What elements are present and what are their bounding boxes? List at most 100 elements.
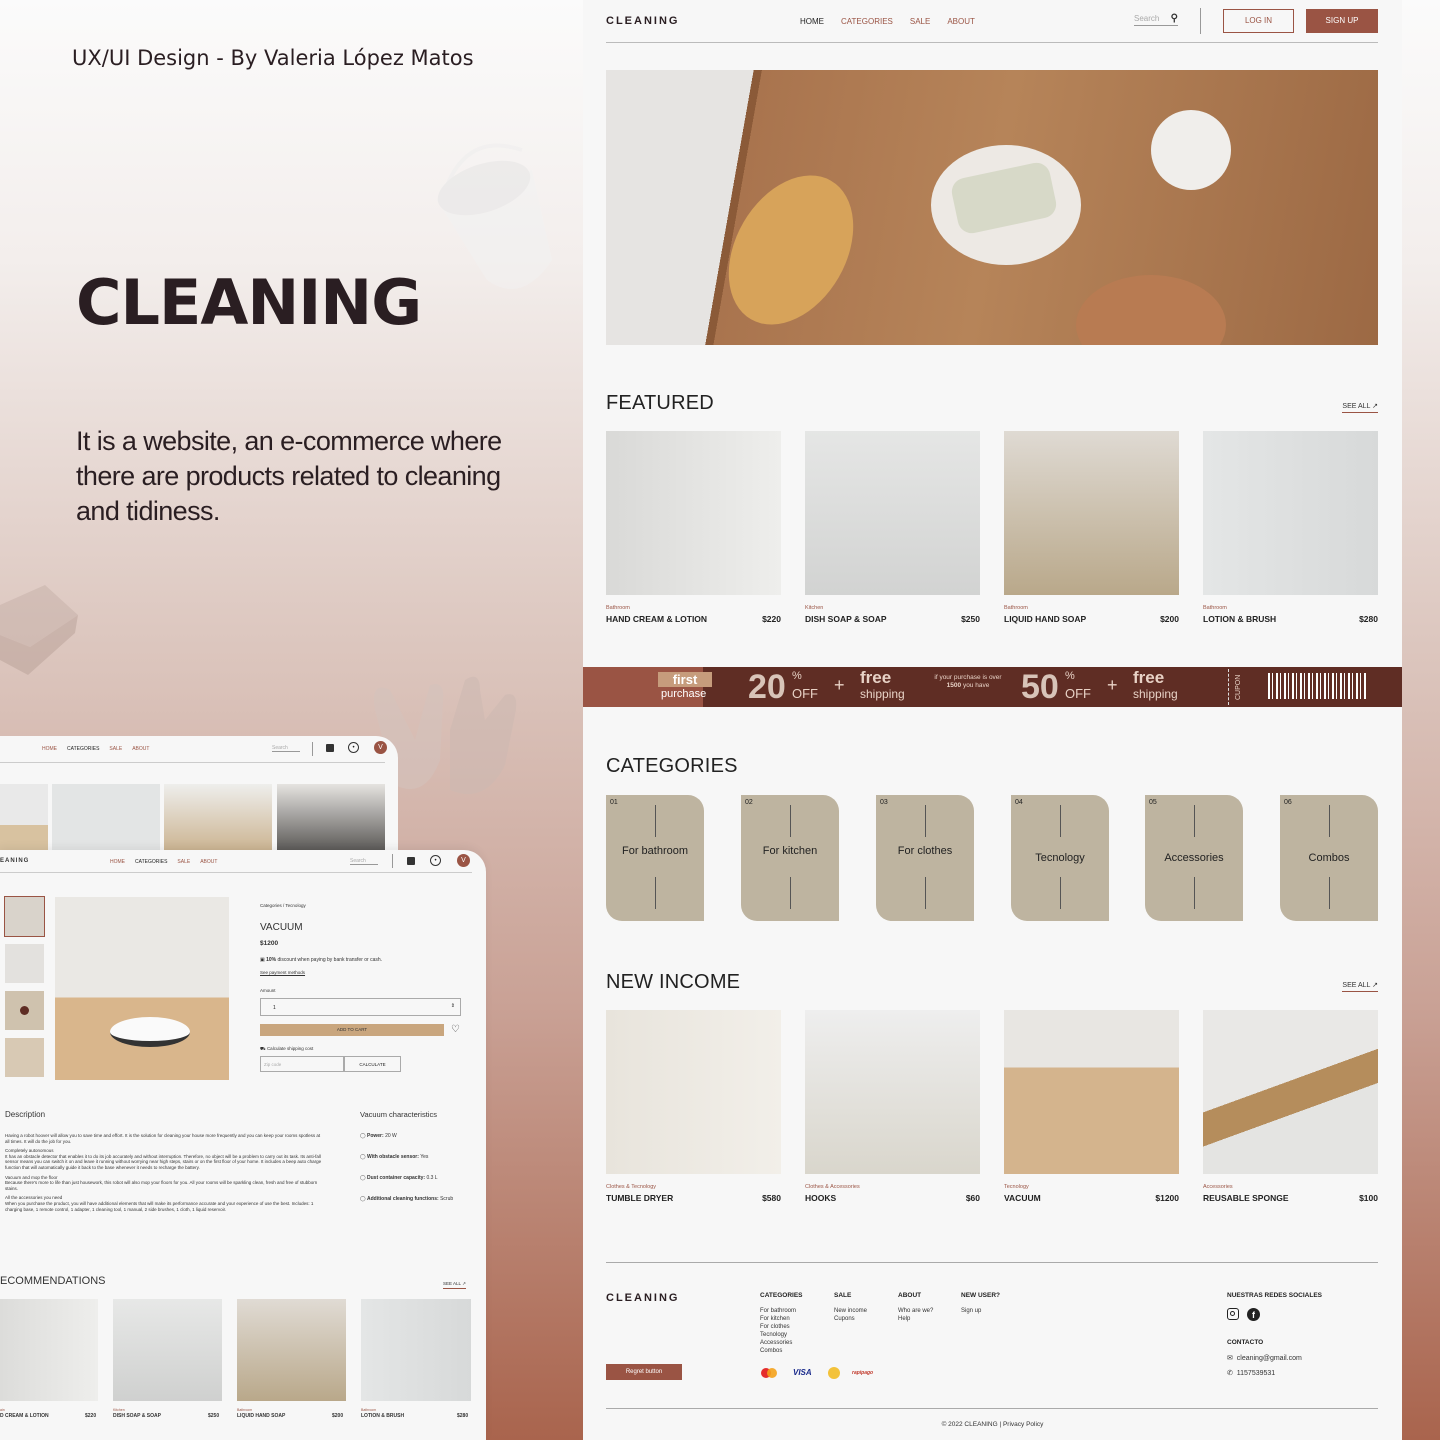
search-input[interactable]: Search ⚲ (1134, 13, 1178, 26)
footer-link[interactable]: Help (898, 1315, 933, 1323)
contact-email: cleaning@gmail.com (1236, 1355, 1302, 1362)
category-card[interactable]: 06 Combos (1280, 795, 1378, 921)
top-navbar: CLEANING HOME CATEGORIES SALE ABOUT Sear… (606, 0, 1378, 43)
coupon-banner[interactable]: first purchase 20 % OFF + free shipping … (583, 667, 1402, 707)
bag-icon[interactable] (326, 744, 334, 752)
mock-nav-home[interactable]: HOME (42, 746, 57, 752)
dispenser-shape (1151, 110, 1231, 190)
category-card[interactable]: 02 For kitchen (741, 795, 839, 921)
description-paragraph: Because there's more to life than just h… (5, 1180, 318, 1191)
mock-nav-home[interactable]: HOME (110, 859, 125, 865)
cart-icon[interactable]: • (430, 855, 441, 866)
rapipago-icon: rapipago (852, 1370, 874, 1376)
contact-title: CONTACTO (1227, 1339, 1264, 1346)
phone-row[interactable]: ✆ 1157539531 (1227, 1369, 1275, 1377)
avatar[interactable]: V (457, 854, 470, 867)
signup-button[interactable]: SIGN UP (1306, 9, 1378, 33)
footer-col-title: CATEGORIES (760, 1292, 803, 1299)
mock-nav-categories[interactable]: CATEGORIES (67, 746, 99, 752)
footer-link[interactable]: Cupons (834, 1315, 867, 1323)
product-card[interactable]: Bathroom LOTION & BRUSH $280 (1203, 431, 1378, 624)
email-row[interactable]: ✉ cleaning@gmail.com (1227, 1354, 1302, 1362)
mock-nav-sale[interactable]: SALE (109, 746, 122, 752)
category-card[interactable]: 05 Accessories (1145, 795, 1243, 921)
product-card[interactable]: Bathroom LIQUID HAND SOAP $200 (1004, 431, 1179, 624)
category-card[interactable]: 04 Tecnology (1011, 795, 1109, 921)
add-to-cart-button[interactable]: ADD TO CART (260, 1024, 444, 1036)
product-card[interactable]: Clothes & Tecnology TUMBLE DRYER $580 (606, 1010, 781, 1203)
barcode-icon (1268, 673, 1368, 699)
coupon-pct-20: 20 (748, 668, 786, 706)
footer-link[interactable]: Combos (760, 1347, 803, 1355)
product-price: $200 (1160, 614, 1179, 624)
featured-title: FEATURED (606, 392, 714, 414)
nav-about[interactable]: ABOUT (947, 17, 975, 26)
brand-title: CLEANING (76, 266, 422, 339)
mock-nav-categories[interactable]: CATEGORIES (135, 859, 167, 865)
rec-name: DISH SOAP & SOAP (113, 1413, 161, 1419)
gallery-thumb[interactable] (5, 991, 44, 1030)
heart-icon[interactable]: ♡ (451, 1024, 460, 1035)
featured-see-all[interactable]: SEE ALL ↗ (1342, 402, 1378, 413)
category-card[interactable]: 03 For clothes (876, 795, 974, 921)
avatar[interactable]: V (374, 741, 387, 754)
bag-icon[interactable] (407, 857, 415, 865)
product-category: Tecnology (1004, 1184, 1029, 1190)
product-name: DISH SOAP & SOAP (805, 614, 887, 624)
amount-input[interactable]: 1 ⇕ (260, 998, 461, 1016)
search-icon[interactable]: ⚲ (1171, 13, 1178, 24)
mock-nav-about[interactable]: ABOUT (200, 859, 217, 865)
footer-col-title: ABOUT (898, 1292, 922, 1299)
calculate-button[interactable]: CALCULATE (344, 1056, 401, 1072)
rec-image[interactable] (237, 1299, 346, 1401)
characteristic-item: ◯ Additional cleaning functions: Scrub (360, 1196, 454, 1202)
nav-sale[interactable]: SALE (910, 17, 930, 26)
zip-code-input[interactable]: Zip code (260, 1056, 344, 1072)
product-category: Bathroom (1203, 605, 1227, 611)
mock-nav-sale[interactable]: SALE (177, 859, 190, 865)
mock-search-input[interactable]: Search (272, 745, 300, 752)
cart-icon[interactable]: • (348, 742, 359, 753)
gallery-thumb[interactable] (5, 1038, 44, 1077)
footer-link[interactable]: For kitchen (760, 1315, 803, 1323)
new-income-see-all[interactable]: SEE ALL ↗ (1342, 981, 1378, 992)
product-card[interactable]: Tecnology VACUUM $1200 (1004, 1010, 1179, 1203)
category-card[interactable]: 01 For bathroom (606, 795, 704, 921)
regret-button[interactable]: Regret button (606, 1364, 682, 1380)
nav-home[interactable]: HOME (800, 17, 824, 26)
mock-search-input[interactable]: Search (350, 858, 378, 865)
mock-nav-about[interactable]: ABOUT (132, 746, 149, 752)
nav-categories[interactable]: CATEGORIES (841, 17, 893, 26)
product-price: $580 (762, 1193, 781, 1203)
description-body: Having a robot hoover will allow you to … (5, 1133, 323, 1212)
breadcrumb[interactable]: Categories / Tecnology (260, 903, 306, 910)
discount-text: discount when paying by bank transfer or… (277, 957, 383, 963)
instagram-icon[interactable] (1227, 1308, 1239, 1320)
footer-link[interactable]: New income (834, 1307, 867, 1315)
recommendations-see-all[interactable]: SEE ALL ↗ (443, 1281, 466, 1289)
rec-image[interactable] (361, 1299, 471, 1401)
gallery-thumb[interactable] (5, 944, 44, 983)
site-logo[interactable]: CLEANING (606, 15, 679, 27)
product-card[interactable]: Bathroom HAND CREAM & LOTION $220 (606, 431, 781, 624)
footer-link[interactable]: Who are we? (898, 1307, 933, 1315)
footer-link[interactable]: Sign up (961, 1307, 1000, 1315)
footer-link[interactable]: For bathroom (760, 1307, 803, 1315)
rec-price: $280 (457, 1413, 469, 1419)
product-card[interactable]: Clothes & Accessories HOOKS $60 (805, 1010, 980, 1203)
footer-link[interactable]: For clothes (760, 1323, 803, 1331)
rec-image[interactable] (0, 1299, 98, 1401)
product-card[interactable]: Accessories REUSABLE SPONGE $100 (1203, 1010, 1378, 1203)
product-card[interactable]: Kitchen DISH SOAP & SOAP $250 (805, 431, 980, 624)
facebook-icon[interactable]: f (1247, 1308, 1260, 1321)
gallery-thumb[interactable] (4, 896, 45, 937)
rec-image[interactable] (113, 1299, 222, 1401)
footer-link[interactable]: Accessories (760, 1339, 803, 1347)
footer-link[interactable]: Tecnology (760, 1331, 803, 1339)
characteristics-title: Vacuum characteristics (360, 1110, 437, 1119)
login-button[interactable]: LOG IN (1223, 9, 1294, 33)
mock-logo[interactable]: EANING (0, 858, 29, 864)
footer-logo[interactable]: CLEANING (606, 1292, 679, 1304)
stepper-icon[interactable]: ⇕ (451, 1003, 455, 1009)
payment-methods-link[interactable]: See payment methods (260, 970, 305, 977)
